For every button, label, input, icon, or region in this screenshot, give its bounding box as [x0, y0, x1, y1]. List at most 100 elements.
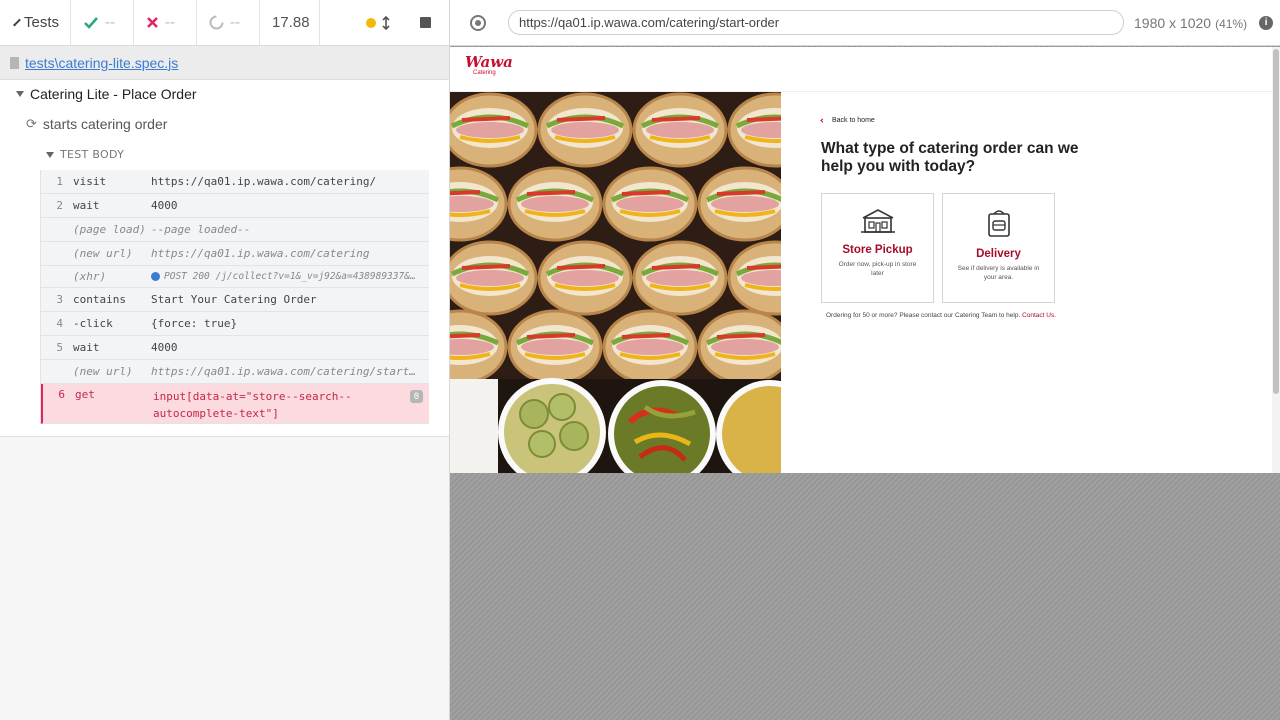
command-name: -click: [73, 317, 113, 330]
aut-header: https://qa01.ip.wawa.com/catering/start-…: [450, 0, 1280, 46]
command-message: --page loaded--: [151, 223, 251, 236]
command-message: {force: true}: [151, 317, 238, 330]
large-order-text: Ordering for 50 or more? Please contact …: [826, 312, 1021, 319]
file-icon: [10, 56, 19, 69]
suite-title[interactable]: Catering Lite - Place Order: [16, 86, 197, 102]
app-under-test: https://qa01.ip.wawa.com/catering/start-…: [450, 0, 1280, 720]
page-heading: What type of catering order can we help …: [821, 140, 1079, 175]
logo-text: Wawa: [465, 53, 513, 71]
viewport-size: 1980 x 1020 (41%): [1134, 15, 1247, 31]
suite-label: Catering Lite - Place Order: [30, 86, 197, 102]
duration: 17.88: [260, 0, 320, 46]
command-name: wait: [73, 341, 100, 354]
command-row[interactable]: (new url) https://qa01.ip.wawa.com/cateri…: [41, 360, 429, 384]
command-message: POST 200 /j/collect?v=1&_v=j92&a=4389893…: [151, 271, 429, 282]
command-number: 2: [56, 199, 63, 212]
reporter-header: Tests -- -- -- 17.88: [0, 0, 449, 46]
running-indicator-icon: [366, 17, 376, 28]
passed-count: --: [71, 0, 134, 46]
xhr-message: POST 200 /j/collect?v=1&_v=j92&a=4389893…: [164, 271, 429, 282]
runnable-panel: Catering Lite - Place Order ⟳ starts cat…: [0, 80, 449, 437]
store-icon: [860, 209, 895, 233]
test-body-header[interactable]: TEST BODY: [46, 148, 124, 161]
delivery-bag-icon: [987, 210, 1010, 237]
command-row[interactable]: (page load) --page loaded--: [41, 218, 429, 242]
command-number: 3: [56, 293, 63, 306]
check-icon: [84, 16, 98, 29]
command-row[interactable]: (xhr) POST 200 /j/collect?v=1&_v=j92&a=43…: [41, 266, 429, 288]
command-message: Start Your Catering Order: [151, 293, 317, 306]
command-name: (new url): [73, 365, 133, 378]
failed-count: --: [134, 0, 197, 46]
command-name: get: [75, 388, 95, 401]
xhr-status-icon: [151, 272, 160, 281]
delivery-subtitle: See if delivery is available in your are…: [957, 265, 1040, 281]
command-message: 4000: [151, 341, 178, 354]
command-message: https://qa01.ip.wawa.com/catering/: [151, 175, 377, 188]
delivery-title: Delivery: [976, 248, 1021, 260]
store-pickup-subtitle: Order now, pick-up in store later: [838, 261, 917, 277]
large-order-note: Ordering for 50 or more? Please contact …: [821, 312, 1121, 319]
stop-icon[interactable]: [420, 17, 431, 28]
run-controls: [320, 0, 449, 46]
url-bar[interactable]: https://qa01.ip.wawa.com/catering/start-…: [508, 10, 1124, 35]
command-number: 4: [56, 317, 63, 330]
site-header: Wawa Catering: [450, 47, 1280, 92]
element-count-badge: 0: [410, 390, 423, 403]
command-name: (page load): [73, 223, 146, 236]
tests-label: Tests: [24, 14, 60, 31]
hero-food-image: [450, 92, 781, 473]
app-iframe: Wawa Catering Back to home What type of …: [450, 47, 1280, 473]
passed-value: --: [105, 14, 115, 31]
test-reporter: Tests -- -- -- 17.88 tests\catering-lite…: [0, 0, 450, 720]
test-title[interactable]: ⟳ starts catering order: [26, 116, 167, 132]
command-row[interactable]: 1 visit https://qa01.ip.wawa.com/catering/: [41, 170, 429, 194]
delivery-card[interactable]: Delivery See if delivery is available in…: [942, 193, 1055, 303]
x-icon: [147, 17, 158, 28]
command-list: 1 visit https://qa01.ip.wawa.com/catering/…: [40, 170, 429, 424]
command-name: (xhr): [73, 270, 107, 283]
selector-playground-icon[interactable]: [470, 14, 486, 31]
failed-command-row[interactable]: 6 get input[data-at="store--search--autoco…: [41, 384, 429, 424]
info-icon[interactable]: i: [1259, 15, 1274, 30]
command-name: wait: [73, 199, 100, 212]
order-type-cards: Store Pickup Order now, pick-up in store…: [821, 193, 1121, 303]
refresh-icon: ⟳: [26, 116, 37, 131]
pending-circle-icon: [209, 15, 224, 30]
chevron-left-icon: [13, 18, 21, 27]
store-pickup-card[interactable]: Store Pickup Order now, pick-up in store…: [821, 193, 934, 303]
command-number: 1: [56, 175, 63, 188]
command-name: (new url): [73, 247, 133, 260]
command-number: 6: [58, 388, 65, 401]
back-to-home-link[interactable]: Back to home: [820, 117, 1121, 124]
contact-us-link[interactable]: Contact Us.: [1022, 312, 1056, 319]
command-row[interactable]: 2 wait 4000: [41, 194, 429, 218]
iframe-scrollbar[interactable]: [1272, 47, 1280, 473]
spec-file-link[interactable]: tests\catering-lite.spec.js: [0, 46, 449, 80]
sandwich-platter-image: [450, 92, 781, 473]
command-row[interactable]: (new url) https://qa01.ip.wawa.com/cateri…: [41, 242, 429, 266]
store-pickup-title: Store Pickup: [842, 244, 913, 256]
command-number: 5: [56, 341, 63, 354]
command-row[interactable]: 4 -click {force: true}: [41, 312, 429, 336]
auto-scroll-icon[interactable]: [382, 15, 390, 30]
pending-value: --: [230, 14, 240, 31]
command-name: visit: [73, 175, 107, 188]
command-row[interactable]: 5 wait 4000: [41, 336, 429, 360]
test-label: starts catering order: [42, 116, 168, 132]
test-body-label: TEST BODY: [60, 148, 125, 161]
viewport-zoom: (41%): [1215, 16, 1248, 31]
failed-value: --: [165, 14, 175, 31]
tests-back-button[interactable]: Tests: [0, 0, 71, 46]
command-message: 4000: [151, 199, 178, 212]
caret-down-icon: [16, 91, 24, 97]
spec-file-name: tests\catering-lite.spec.js: [25, 54, 179, 71]
command-message: input[data-at="store--search--autocomple…: [153, 390, 352, 420]
command-message: https://qa01.ip.wawa.com/catering/start-…: [151, 365, 429, 378]
order-type-content: Back to home What type of catering order…: [820, 117, 1121, 319]
pending-count: --: [197, 0, 260, 46]
command-message: https://qa01.ip.wawa.com/catering: [151, 247, 370, 260]
wawa-logo[interactable]: Wawa Catering: [465, 55, 513, 83]
command-row[interactable]: 3 contains Start Your Catering Order: [41, 288, 429, 312]
iframe-scroll-thumb[interactable]: [1273, 49, 1279, 394]
